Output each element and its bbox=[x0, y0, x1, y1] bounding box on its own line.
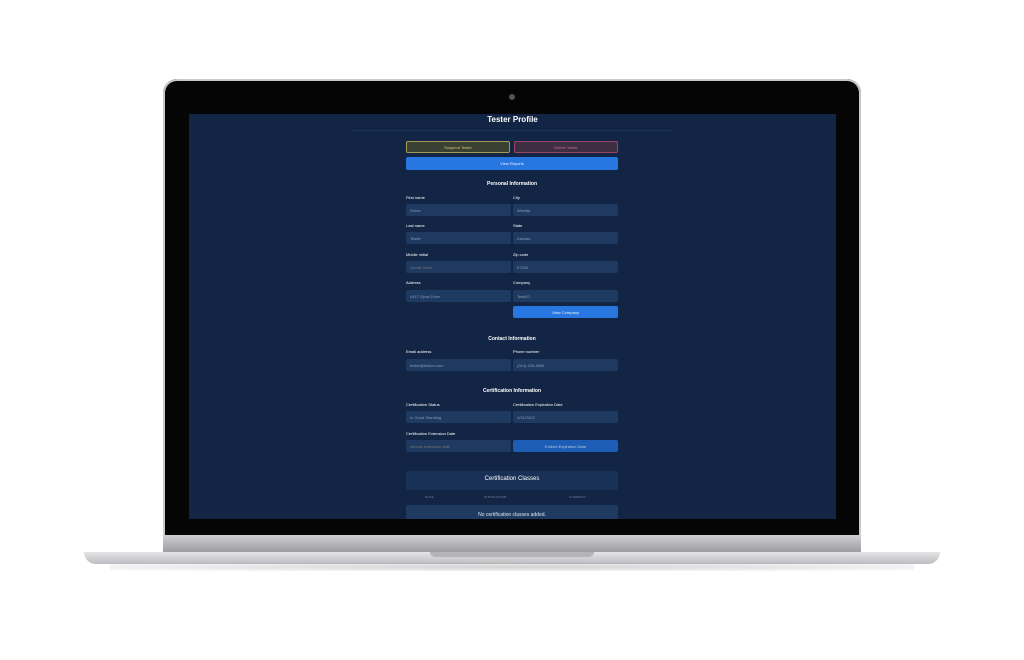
laptop-notch bbox=[430, 552, 594, 557]
first-name-label: First name bbox=[406, 195, 425, 200]
suspend-tester-button[interactable]: Suspend Tester bbox=[406, 141, 510, 153]
company-label: Company bbox=[513, 280, 531, 285]
middle-initial-field[interactable] bbox=[406, 261, 511, 273]
certification-info-heading: Certification Information bbox=[482, 388, 542, 394]
address-field[interactable] bbox=[406, 290, 511, 302]
view-reports-button[interactable]: View Reports bbox=[406, 157, 618, 170]
email-label: Email address bbox=[406, 349, 432, 354]
column-header-company: COMPANY bbox=[569, 495, 587, 499]
certification-classes-title: Certification Classes bbox=[484, 476, 540, 482]
state-label: State bbox=[513, 223, 523, 228]
first-name-field[interactable] bbox=[406, 204, 511, 216]
page-title: Tester Profile bbox=[487, 115, 538, 124]
contact-info-heading: Contact Information bbox=[488, 336, 536, 342]
city-field[interactable] bbox=[513, 204, 618, 216]
certification-expiration-field[interactable] bbox=[513, 411, 618, 423]
certification-extension-field[interactable] bbox=[406, 440, 511, 452]
address-label: Address bbox=[406, 280, 421, 285]
state-field[interactable] bbox=[513, 232, 618, 244]
middle-initial-label: Middle initial bbox=[406, 252, 429, 257]
webcam-icon bbox=[509, 94, 515, 100]
phone-field[interactable] bbox=[513, 359, 618, 371]
column-header-date: DATE bbox=[425, 495, 434, 499]
laptop-shadow bbox=[110, 563, 914, 571]
laptop-screen: Tester Profile Suspend Tester Delete Tes… bbox=[189, 114, 836, 519]
company-field[interactable] bbox=[513, 290, 618, 302]
zip-code-field[interactable] bbox=[513, 261, 618, 273]
certification-extension-label: Certification Extension Date bbox=[406, 431, 456, 436]
last-name-label: Last name bbox=[406, 223, 425, 228]
laptop-hinge bbox=[163, 535, 861, 553]
last-name-field[interactable] bbox=[406, 232, 511, 244]
extend-expiration-button[interactable]: Extend Expiration Date bbox=[513, 440, 618, 452]
delete-tester-button[interactable]: Delete Tester bbox=[514, 141, 618, 153]
column-header-instructor: INSTRUCTOR bbox=[484, 495, 507, 499]
city-label: City bbox=[513, 195, 520, 200]
phone-label: Phone number bbox=[513, 349, 540, 354]
view-company-button[interactable]: View Company bbox=[513, 306, 618, 318]
email-field[interactable] bbox=[406, 359, 511, 371]
tester-profile-page: Tester Profile Suspend Tester Delete Tes… bbox=[189, 114, 836, 519]
personal-info-heading: Personal Information bbox=[486, 181, 537, 187]
certification-status-label: Certification Status bbox=[406, 402, 440, 407]
empty-classes-message: No certification classes added. bbox=[478, 512, 546, 518]
certification-status-field[interactable] bbox=[406, 411, 511, 423]
zip-code-label: Zip code bbox=[513, 252, 529, 257]
certification-expiration-label: Certification Expiration Date bbox=[513, 402, 563, 407]
title-divider bbox=[351, 130, 673, 131]
